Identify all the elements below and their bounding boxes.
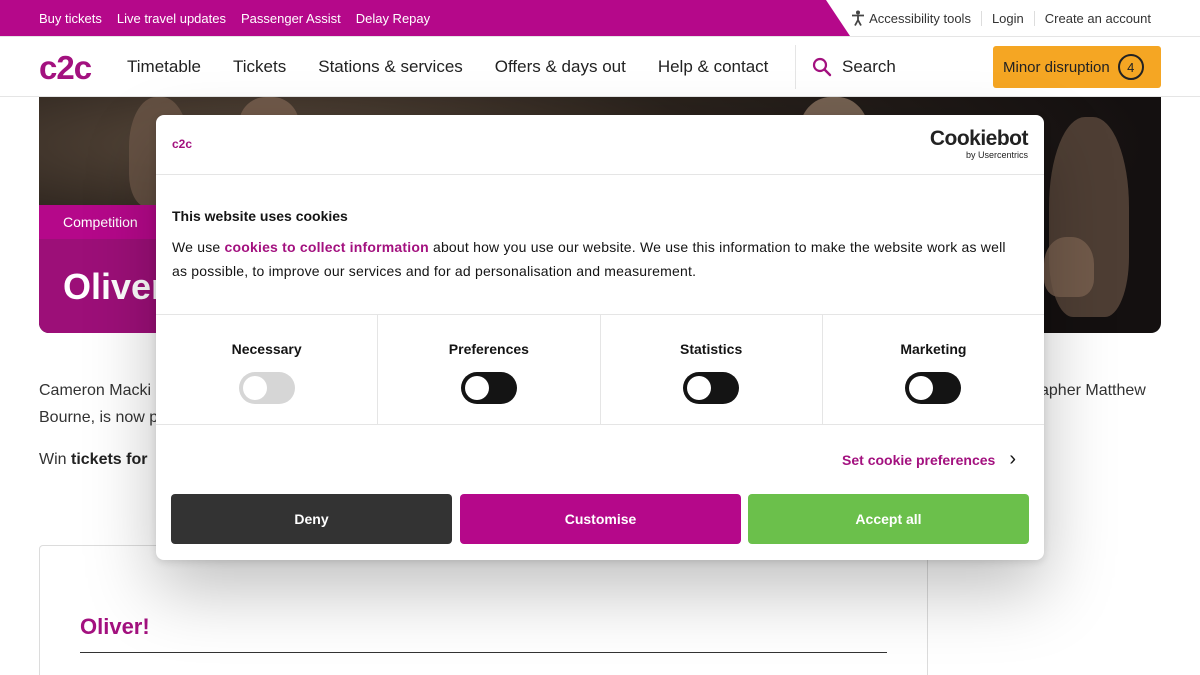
necessary-toggle <box>238 372 295 404</box>
cookie-category-toggles: Necessary Preferences Statistics Marketi… <box>156 314 1044 425</box>
dialog-title: This website uses cookies <box>172 208 348 224</box>
utility-bar: Buy tickets Live travel updates Passenge… <box>0 0 1200 36</box>
cookiebot-logo[interactable]: Cookiebot by Usercentrics <box>929 127 1029 161</box>
marketing-toggle[interactable] <box>905 372 962 404</box>
preferences-label: Preferences <box>448 341 529 357</box>
disruption-label: Minor disruption <box>1003 58 1110 76</box>
dialog-header: c2c Cookiebot by Usercentrics <box>156 115 1044 175</box>
main-navigation: c2c Timetable Tickets Stations & service… <box>0 36 1200 97</box>
live-travel-updates-link[interactable]: Live travel updates <box>117 11 226 26</box>
c2c-logo[interactable]: c2c <box>39 49 92 87</box>
disruption-status-button[interactable]: Minor disruption 4 <box>993 46 1161 88</box>
nav-stations-services[interactable]: Stations & services <box>318 57 463 77</box>
account-links: Accessibility tools Login Create an acco… <box>841 0 1161 36</box>
cookiebot-by: by Usercentrics <box>965 150 1028 160</box>
delay-repay-link[interactable]: Delay Repay <box>356 11 430 26</box>
create-account-link[interactable]: Create an account <box>1033 10 1161 26</box>
login-link[interactable]: Login <box>980 10 1034 26</box>
accessibility-icon <box>852 10 865 26</box>
search-button[interactable]: Search <box>812 37 896 97</box>
search-label: Search <box>842 57 896 76</box>
cookies-info-link[interactable]: cookies to collect information <box>225 239 429 255</box>
utility-links: Buy tickets Live travel updates Passenge… <box>39 0 445 36</box>
statistics-toggle[interactable] <box>683 372 740 404</box>
category-preferences: Preferences <box>377 315 599 424</box>
category-marketing: Marketing <box>821 315 1044 424</box>
accessibility-tools-label: Accessibility tools <box>869 10 971 26</box>
cookie-consent-dialog: c2c Cookiebot by Usercentrics This websi… <box>156 115 1044 560</box>
search-icon <box>812 57 832 77</box>
accept-all-button[interactable]: Accept all <box>748 494 1029 544</box>
deny-button[interactable]: Deny <box>171 494 452 544</box>
category-necessary: Necessary <box>156 315 377 424</box>
description-start: We use <box>172 239 225 255</box>
buy-tickets-link[interactable]: Buy tickets <box>39 11 102 26</box>
disruption-count-badge: 4 <box>1117 54 1144 80</box>
accessibility-tools-link[interactable]: Accessibility tools <box>841 10 981 26</box>
cookiebot-name: Cookiebot <box>929 127 1029 150</box>
nav-help-contact[interactable]: Help & contact <box>658 57 769 77</box>
nav-offers-days-out[interactable]: Offers & days out <box>495 57 626 77</box>
preferences-toggle[interactable] <box>460 372 517 404</box>
category-statistics: Statistics <box>599 315 822 424</box>
chevron-right-icon: › <box>1009 448 1016 470</box>
marketing-label: Marketing <box>900 341 967 357</box>
nav-tickets[interactable]: Tickets <box>233 57 286 77</box>
nav-links: Timetable Tickets Stations & services Of… <box>127 37 800 97</box>
dialog-brand-logo: c2c <box>172 137 193 151</box>
necessary-label: Necessary <box>231 341 302 357</box>
set-cookie-preferences-link[interactable]: Set cookie preferences › <box>842 448 1016 471</box>
nav-timetable[interactable]: Timetable <box>127 57 201 77</box>
statistics-label: Statistics <box>680 341 743 357</box>
nav-divider <box>795 45 796 89</box>
set-preferences-label: Set cookie preferences <box>842 451 996 468</box>
passenger-assist-link[interactable]: Passenger Assist <box>241 11 341 26</box>
dialog-description: We use cookies to collect information ab… <box>172 235 1012 283</box>
customise-button[interactable]: Customise <box>460 494 741 544</box>
